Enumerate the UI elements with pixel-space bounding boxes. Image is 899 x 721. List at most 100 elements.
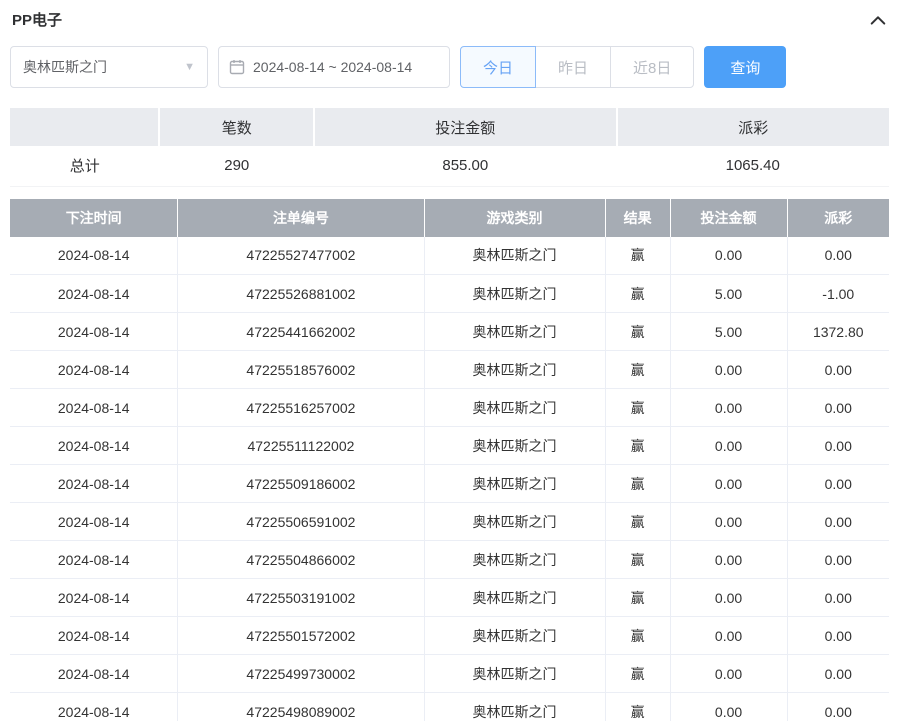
payout-cell: 0.00: [787, 655, 889, 693]
date-shortcut-group: 今日 昨日 近8日: [460, 46, 694, 88]
result-cell: 赢: [605, 693, 670, 721]
bet-amount-cell: 5.00: [670, 275, 787, 313]
order-number-link[interactable]: 47225527477002: [178, 237, 424, 275]
bet-time-cell: 2024-08-14: [10, 237, 178, 275]
order-number-link[interactable]: 47225441662002: [178, 313, 424, 351]
table-row: 2024-08-14 47225501572002 奥林匹斯之门 赢 0.00 …: [10, 617, 889, 655]
bet-amount-cell: 0.00: [670, 617, 787, 655]
order-number-link[interactable]: 47225511122002: [178, 427, 424, 465]
order-number-link[interactable]: 47225501572002: [178, 617, 424, 655]
yesterday-button[interactable]: 昨日: [535, 46, 611, 88]
calendar-icon: [229, 59, 245, 75]
result-cell: 赢: [605, 503, 670, 541]
result-cell: 赢: [605, 655, 670, 693]
game-category-link[interactable]: 奥林匹斯之门: [424, 275, 605, 313]
table-row: 2024-08-14 47225498089002 奥林匹斯之门 赢 0.00 …: [10, 693, 889, 721]
bet-amount-cell: 0.00: [670, 351, 787, 389]
game-category-link[interactable]: 奥林匹斯之门: [424, 465, 605, 503]
table-row: 2024-08-14 47225503191002 奥林匹斯之门 赢 0.00 …: [10, 579, 889, 617]
result-cell: 赢: [605, 427, 670, 465]
payout-cell: 0.00: [787, 541, 889, 579]
game-category-link[interactable]: 奥林匹斯之门: [424, 579, 605, 617]
order-number-link[interactable]: 47225516257002: [178, 389, 424, 427]
query-button[interactable]: 查询: [704, 46, 786, 88]
header-bet-time: 下注时间: [10, 199, 178, 237]
date-range-value: 2024-08-14 ~ 2024-08-14: [253, 59, 412, 75]
bet-amount-cell: 0.00: [670, 503, 787, 541]
panel-header: PP电子: [10, 0, 889, 40]
summary-total-row: 总计 290 855.00 1065.40: [10, 146, 889, 186]
bet-time-cell: 2024-08-14: [10, 389, 178, 427]
summary-table: 笔数 投注金额 派彩 总计 290 855.00 1065.40: [10, 108, 889, 187]
summary-header-payout: 派彩: [617, 108, 890, 146]
bet-time-cell: 2024-08-14: [10, 617, 178, 655]
game-select-value: 奥林匹斯之门: [23, 57, 107, 77]
game-category-link[interactable]: 奥林匹斯之门: [424, 313, 605, 351]
date-range-input[interactable]: 2024-08-14 ~ 2024-08-14: [218, 46, 450, 88]
bet-amount-cell: 0.00: [670, 579, 787, 617]
game-category-link[interactable]: 奥林匹斯之门: [424, 617, 605, 655]
bet-time-cell: 2024-08-14: [10, 655, 178, 693]
order-number-link[interactable]: 47225526881002: [178, 275, 424, 313]
result-cell: 赢: [605, 275, 670, 313]
game-category-link[interactable]: 奥林匹斯之门: [424, 351, 605, 389]
payout-cell: 0.00: [787, 579, 889, 617]
bet-amount-cell: 0.00: [670, 655, 787, 693]
game-category-link[interactable]: 奥林匹斯之门: [424, 693, 605, 721]
table-row: 2024-08-14 47225516257002 奥林匹斯之门 赢 0.00 …: [10, 389, 889, 427]
header-result: 结果: [605, 199, 670, 237]
game-category-link[interactable]: 奥林匹斯之门: [424, 389, 605, 427]
chevron-up-icon: [869, 13, 887, 27]
summary-total-label: 总计: [10, 146, 159, 186]
result-cell: 赢: [605, 237, 670, 275]
game-category-link[interactable]: 奥林匹斯之门: [424, 237, 605, 275]
table-row: 2024-08-14 47225504866002 奥林匹斯之门 赢 0.00 …: [10, 541, 889, 579]
payout-cell: 0.00: [787, 693, 889, 721]
last-8-days-button[interactable]: 近8日: [610, 46, 694, 88]
detail-header-row: 下注时间 注单编号 游戏类别 结果 投注金额 派彩: [10, 199, 889, 237]
bet-time-cell: 2024-08-14: [10, 503, 178, 541]
bet-amount-cell: 0.00: [670, 541, 787, 579]
summary-header-bet-amount: 投注金额: [314, 108, 616, 146]
game-category-link[interactable]: 奥林匹斯之门: [424, 427, 605, 465]
game-category-link[interactable]: 奥林匹斯之门: [424, 541, 605, 579]
order-number-link[interactable]: 47225504866002: [178, 541, 424, 579]
summary-count-value: 290: [159, 146, 314, 186]
game-select[interactable]: 奥林匹斯之门 ▼: [10, 46, 208, 88]
bet-amount-cell: 0.00: [670, 427, 787, 465]
bet-time-cell: 2024-08-14: [10, 579, 178, 617]
table-row: 2024-08-14 47225518576002 奥林匹斯之门 赢 0.00 …: [10, 351, 889, 389]
result-cell: 赢: [605, 579, 670, 617]
bet-amount-cell: 0.00: [670, 465, 787, 503]
order-number-link[interactable]: 47225498089002: [178, 693, 424, 721]
payout-cell: 0.00: [787, 237, 889, 275]
result-cell: 赢: [605, 389, 670, 427]
order-number-link[interactable]: 47225509186002: [178, 465, 424, 503]
order-number-link[interactable]: 47225503191002: [178, 579, 424, 617]
bet-time-cell: 2024-08-14: [10, 427, 178, 465]
order-number-link[interactable]: 47225518576002: [178, 351, 424, 389]
table-row: 2024-08-14 47225509186002 奥林匹斯之门 赢 0.00 …: [10, 465, 889, 503]
payout-cell: 0.00: [787, 351, 889, 389]
table-row: 2024-08-14 47225441662002 奥林匹斯之门 赢 5.00 …: [10, 313, 889, 351]
bet-records-table: 下注时间 注单编号 游戏类别 结果 投注金额 派彩 2024-08-14 472…: [10, 199, 889, 721]
bet-amount-cell: 5.00: [670, 313, 787, 351]
order-number-link[interactable]: 47225499730002: [178, 655, 424, 693]
payout-cell: 0.00: [787, 465, 889, 503]
header-order-number: 注单编号: [178, 199, 424, 237]
table-row: 2024-08-14 47225526881002 奥林匹斯之门 赢 5.00 …: [10, 275, 889, 313]
collapse-panel-button[interactable]: [869, 13, 887, 27]
game-category-link[interactable]: 奥林匹斯之门: [424, 655, 605, 693]
today-button[interactable]: 今日: [460, 46, 536, 88]
table-row: 2024-08-14 47225499730002 奥林匹斯之门 赢 0.00 …: [10, 655, 889, 693]
payout-cell: 0.00: [787, 389, 889, 427]
header-payout: 派彩: [787, 199, 889, 237]
summary-bet-amount-value: 855.00: [314, 146, 616, 186]
result-cell: 赢: [605, 541, 670, 579]
header-bet-amount: 投注金额: [670, 199, 787, 237]
bet-amount-cell: 0.00: [670, 389, 787, 427]
game-category-link[interactable]: 奥林匹斯之门: [424, 503, 605, 541]
payout-cell: 1372.80: [787, 313, 889, 351]
payout-cell: 0.00: [787, 503, 889, 541]
order-number-link[interactable]: 47225506591002: [178, 503, 424, 541]
